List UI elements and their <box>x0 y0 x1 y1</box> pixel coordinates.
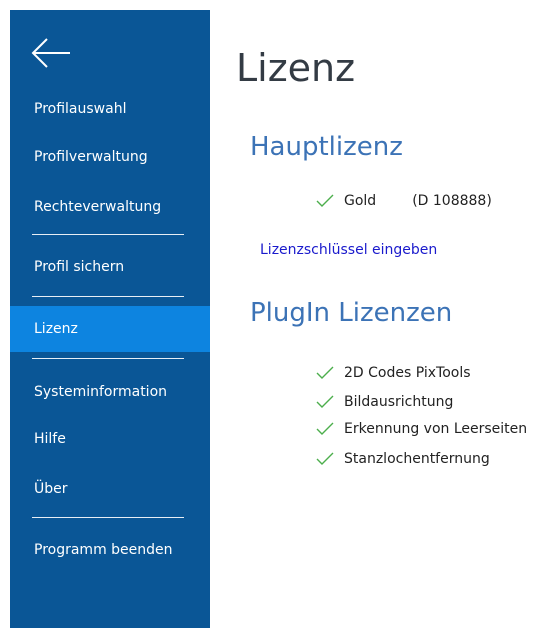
check-icon <box>316 395 334 408</box>
check-icon <box>316 366 334 379</box>
sidebar-item-lizenz[interactable]: Lizenz <box>10 306 210 352</box>
sidebar-item-rechteverwaltung[interactable]: Rechteverwaltung <box>10 184 210 230</box>
main-license-heading: Hauptlizenz <box>250 132 403 162</box>
sidebar-item-programm-beenden[interactable]: Programm beenden <box>10 527 210 573</box>
page-title: Lizenz <box>236 46 356 90</box>
check-icon <box>316 452 334 465</box>
sidebar-divider <box>32 358 184 359</box>
sidebar-item-profilverwaltung[interactable]: Profilverwaltung <box>10 134 210 180</box>
enter-license-key-link[interactable]: Lizenzschlüssel eingeben <box>260 242 437 258</box>
arrow-left-icon <box>31 38 70 68</box>
back-button[interactable] <box>30 36 72 70</box>
sidebar-item-ueber[interactable]: Über <box>10 466 210 512</box>
plugin-license-item: Bildausrichtung <box>316 394 453 410</box>
plugin-licenses-heading: PlugIn Lizenzen <box>250 298 453 328</box>
check-icon <box>316 422 334 435</box>
license-code: (D 108888) <box>412 193 492 209</box>
sidebar: Profilauswahl Profilverwaltung Rechtever… <box>10 10 210 628</box>
sidebar-item-profilauswahl[interactable]: Profilauswahl <box>10 86 210 132</box>
plugin-label: Erkennung von Leerseiten <box>344 421 528 437</box>
sidebar-item-hilfe[interactable]: Hilfe <box>10 416 210 462</box>
license-name: Gold <box>344 193 377 209</box>
plugin-label: 2D Codes PixTools <box>344 365 471 381</box>
plugin-license-item: Stanzlochentfernung <box>316 451 490 467</box>
main-license-row: Gold (D 108888) <box>316 193 492 209</box>
plugin-label: Bildausrichtung <box>344 394 454 410</box>
plugin-license-item: 2D Codes PixTools <box>316 365 471 381</box>
check-icon <box>316 194 334 207</box>
plugin-label: Stanzlochentfernung <box>344 451 490 467</box>
plugin-license-item: Erkennung von Leerseiten <box>316 421 527 437</box>
sidebar-item-profil-sichern[interactable]: Profil sichern <box>10 244 210 290</box>
sidebar-divider <box>32 296 184 297</box>
sidebar-item-systeminformation[interactable]: Systeminformation <box>10 369 210 415</box>
sidebar-divider <box>32 517 184 518</box>
sidebar-divider <box>32 234 184 235</box>
